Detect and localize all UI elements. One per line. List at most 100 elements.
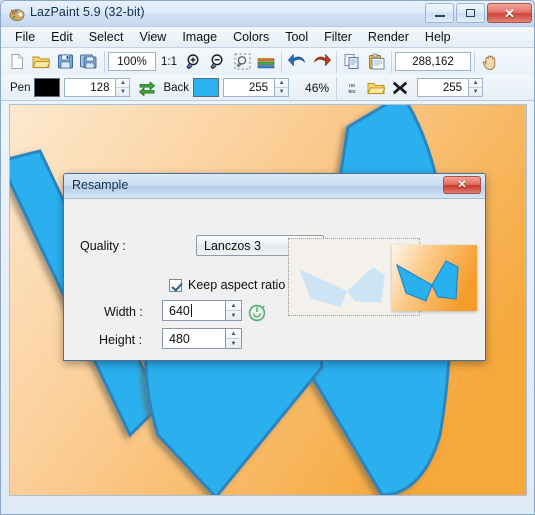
minimize-button[interactable] (425, 3, 454, 23)
pen-color-swatch[interactable] (34, 78, 61, 97)
back-label: Back (163, 81, 190, 94)
toolbar-separator (336, 76, 338, 99)
maximize-icon (466, 9, 475, 17)
menu-file[interactable]: File (7, 29, 43, 45)
menu-help[interactable]: Help (417, 29, 459, 45)
layers-button[interactable] (254, 51, 278, 73)
zoom-one-to-one-button[interactable]: 1:1 (156, 56, 182, 68)
width-input[interactable]: 640 (162, 300, 226, 321)
copy-icon (344, 54, 358, 69)
open-file-button[interactable] (29, 51, 53, 73)
menu-render[interactable]: Render (360, 29, 417, 45)
redo-arrow-icon (313, 54, 331, 66)
new-document-icon (11, 54, 23, 69)
zoom-level-field[interactable]: 100% (108, 52, 156, 71)
zoom-out-icon (209, 54, 223, 70)
no-texture-button[interactable]: no tex (340, 77, 364, 99)
title-bar: LazPaint 5.9 (32-bit) ✕ (1, 1, 534, 27)
open-folder-icon (32, 56, 50, 68)
resample-preview (288, 238, 477, 316)
undo-button[interactable] (285, 51, 309, 73)
zoom-fit-icon (234, 53, 250, 70)
height-value: 480 (169, 331, 190, 346)
spin-up-icon[interactable]: ▲ (226, 329, 241, 339)
app-root: LazPaint 5.9 (32-bit) ✕ File Edit Select… (0, 0, 535, 515)
open-texture-button[interactable] (364, 77, 388, 99)
spin-down-icon[interactable]: ▼ (275, 88, 288, 96)
texture-alpha-field[interactable]: 255 (417, 78, 470, 97)
zoom-out-button[interactable] (206, 51, 230, 73)
pen-alpha-field[interactable]: 128 (64, 78, 117, 97)
layers-stack-icon (257, 57, 275, 68)
open-texture-folder-icon (367, 82, 386, 94)
coordinates-field: 288,162 (395, 52, 471, 71)
spin-down-icon[interactable]: ▼ (469, 88, 482, 96)
color-toolbar: Pen 128 ▲ ▼ Back 255 ▲ ▼ 46% no tex 255 … (1, 75, 534, 101)
spin-down-icon[interactable]: ▼ (116, 88, 129, 96)
pen-alpha-spinner[interactable]: ▲ ▼ (116, 78, 131, 97)
preview-after-thumbnail (392, 245, 477, 311)
paste-button[interactable] (364, 51, 388, 73)
swap-colors-button[interactable] (135, 77, 159, 99)
menu-filter[interactable]: Filter (316, 29, 360, 45)
swap-colors-icon (139, 81, 156, 96)
toolbar-separator (474, 50, 475, 73)
new-document-button[interactable] (5, 51, 29, 73)
width-stepper[interactable]: ▲ ▼ (226, 300, 242, 321)
menu-select[interactable]: Select (81, 29, 132, 45)
save-button[interactable] (53, 51, 77, 73)
menu-image[interactable]: Image (174, 29, 225, 45)
main-window: LazPaint 5.9 (32-bit) ✕ File Edit Select… (0, 0, 535, 515)
zoom-fit-button[interactable] (230, 51, 254, 73)
spin-up-icon[interactable]: ▲ (116, 79, 130, 88)
quality-value: Lanczos 3 (204, 239, 261, 253)
height-label: Height : (99, 333, 143, 347)
menu-colors[interactable]: Colors (225, 29, 277, 45)
maximize-button[interactable] (456, 3, 485, 23)
text-caret (190, 304, 192, 317)
height-stepper[interactable]: ▲ ▼ (226, 328, 242, 349)
spin-up-icon[interactable]: ▲ (275, 79, 289, 88)
window-controls: ✕ (425, 3, 532, 23)
close-button[interactable]: ✕ (487, 3, 532, 23)
menu-tool[interactable]: Tool (277, 29, 316, 45)
height-input[interactable]: 480 (162, 328, 226, 349)
back-alpha-spinner[interactable]: ▲ ▼ (275, 78, 290, 97)
aspect-ratio-lock-icon[interactable] (248, 304, 266, 322)
undo-arrow-icon (287, 54, 305, 66)
window-title: LazPaint 5.9 (32-bit) (30, 5, 145, 19)
svg-text:tex: tex (348, 89, 355, 95)
menu-view[interactable]: View (131, 29, 174, 45)
save-as-button[interactable] (77, 51, 101, 73)
dialog-title: Resample (72, 178, 129, 192)
spin-up-icon[interactable]: ▲ (226, 301, 241, 311)
pen-label: Pen (10, 81, 31, 94)
back-alpha-field[interactable]: 255 (223, 78, 276, 97)
spin-down-icon[interactable]: ▼ (226, 311, 241, 320)
back-color-swatch[interactable] (193, 78, 220, 97)
dialog-title-bar: Resample ✕ (64, 174, 485, 199)
minimize-icon (434, 14, 445, 17)
zoom-in-button[interactable] (182, 51, 206, 73)
spin-up-icon[interactable]: ▲ (469, 79, 483, 88)
dialog-close-button[interactable]: ✕ (443, 176, 481, 194)
width-label: Width : (104, 305, 143, 319)
menu-edit[interactable]: Edit (43, 29, 81, 45)
close-icon: ✕ (457, 178, 467, 191)
spin-down-icon[interactable]: ▼ (226, 339, 241, 348)
save-floppy-icon (57, 54, 73, 69)
pan-tool-button[interactable] (478, 51, 502, 73)
keep-aspect-ratio-checkbox[interactable] (169, 279, 182, 292)
remove-texture-x-icon (393, 81, 408, 94)
quality-label: Quality : (80, 239, 126, 253)
dialog-body: Quality : Lanczos 3 Keep aspect ratio Wi… (64, 199, 485, 360)
copy-button[interactable] (340, 51, 364, 73)
redo-button[interactable] (309, 51, 333, 73)
main-toolbar: 100% 1:1 288,162 (1, 48, 534, 75)
no-texture-icon: no tex (348, 83, 355, 95)
resample-dialog: Resample ✕ Quality : Lanczos 3 Keep aspe… (63, 173, 486, 361)
paint-palette-icon (9, 9, 25, 21)
texture-alpha-spinner[interactable]: ▲ ▼ (469, 78, 484, 97)
menu-bar: File Edit Select View Image Colors Tool … (1, 27, 534, 48)
remove-texture-button[interactable] (388, 77, 412, 99)
